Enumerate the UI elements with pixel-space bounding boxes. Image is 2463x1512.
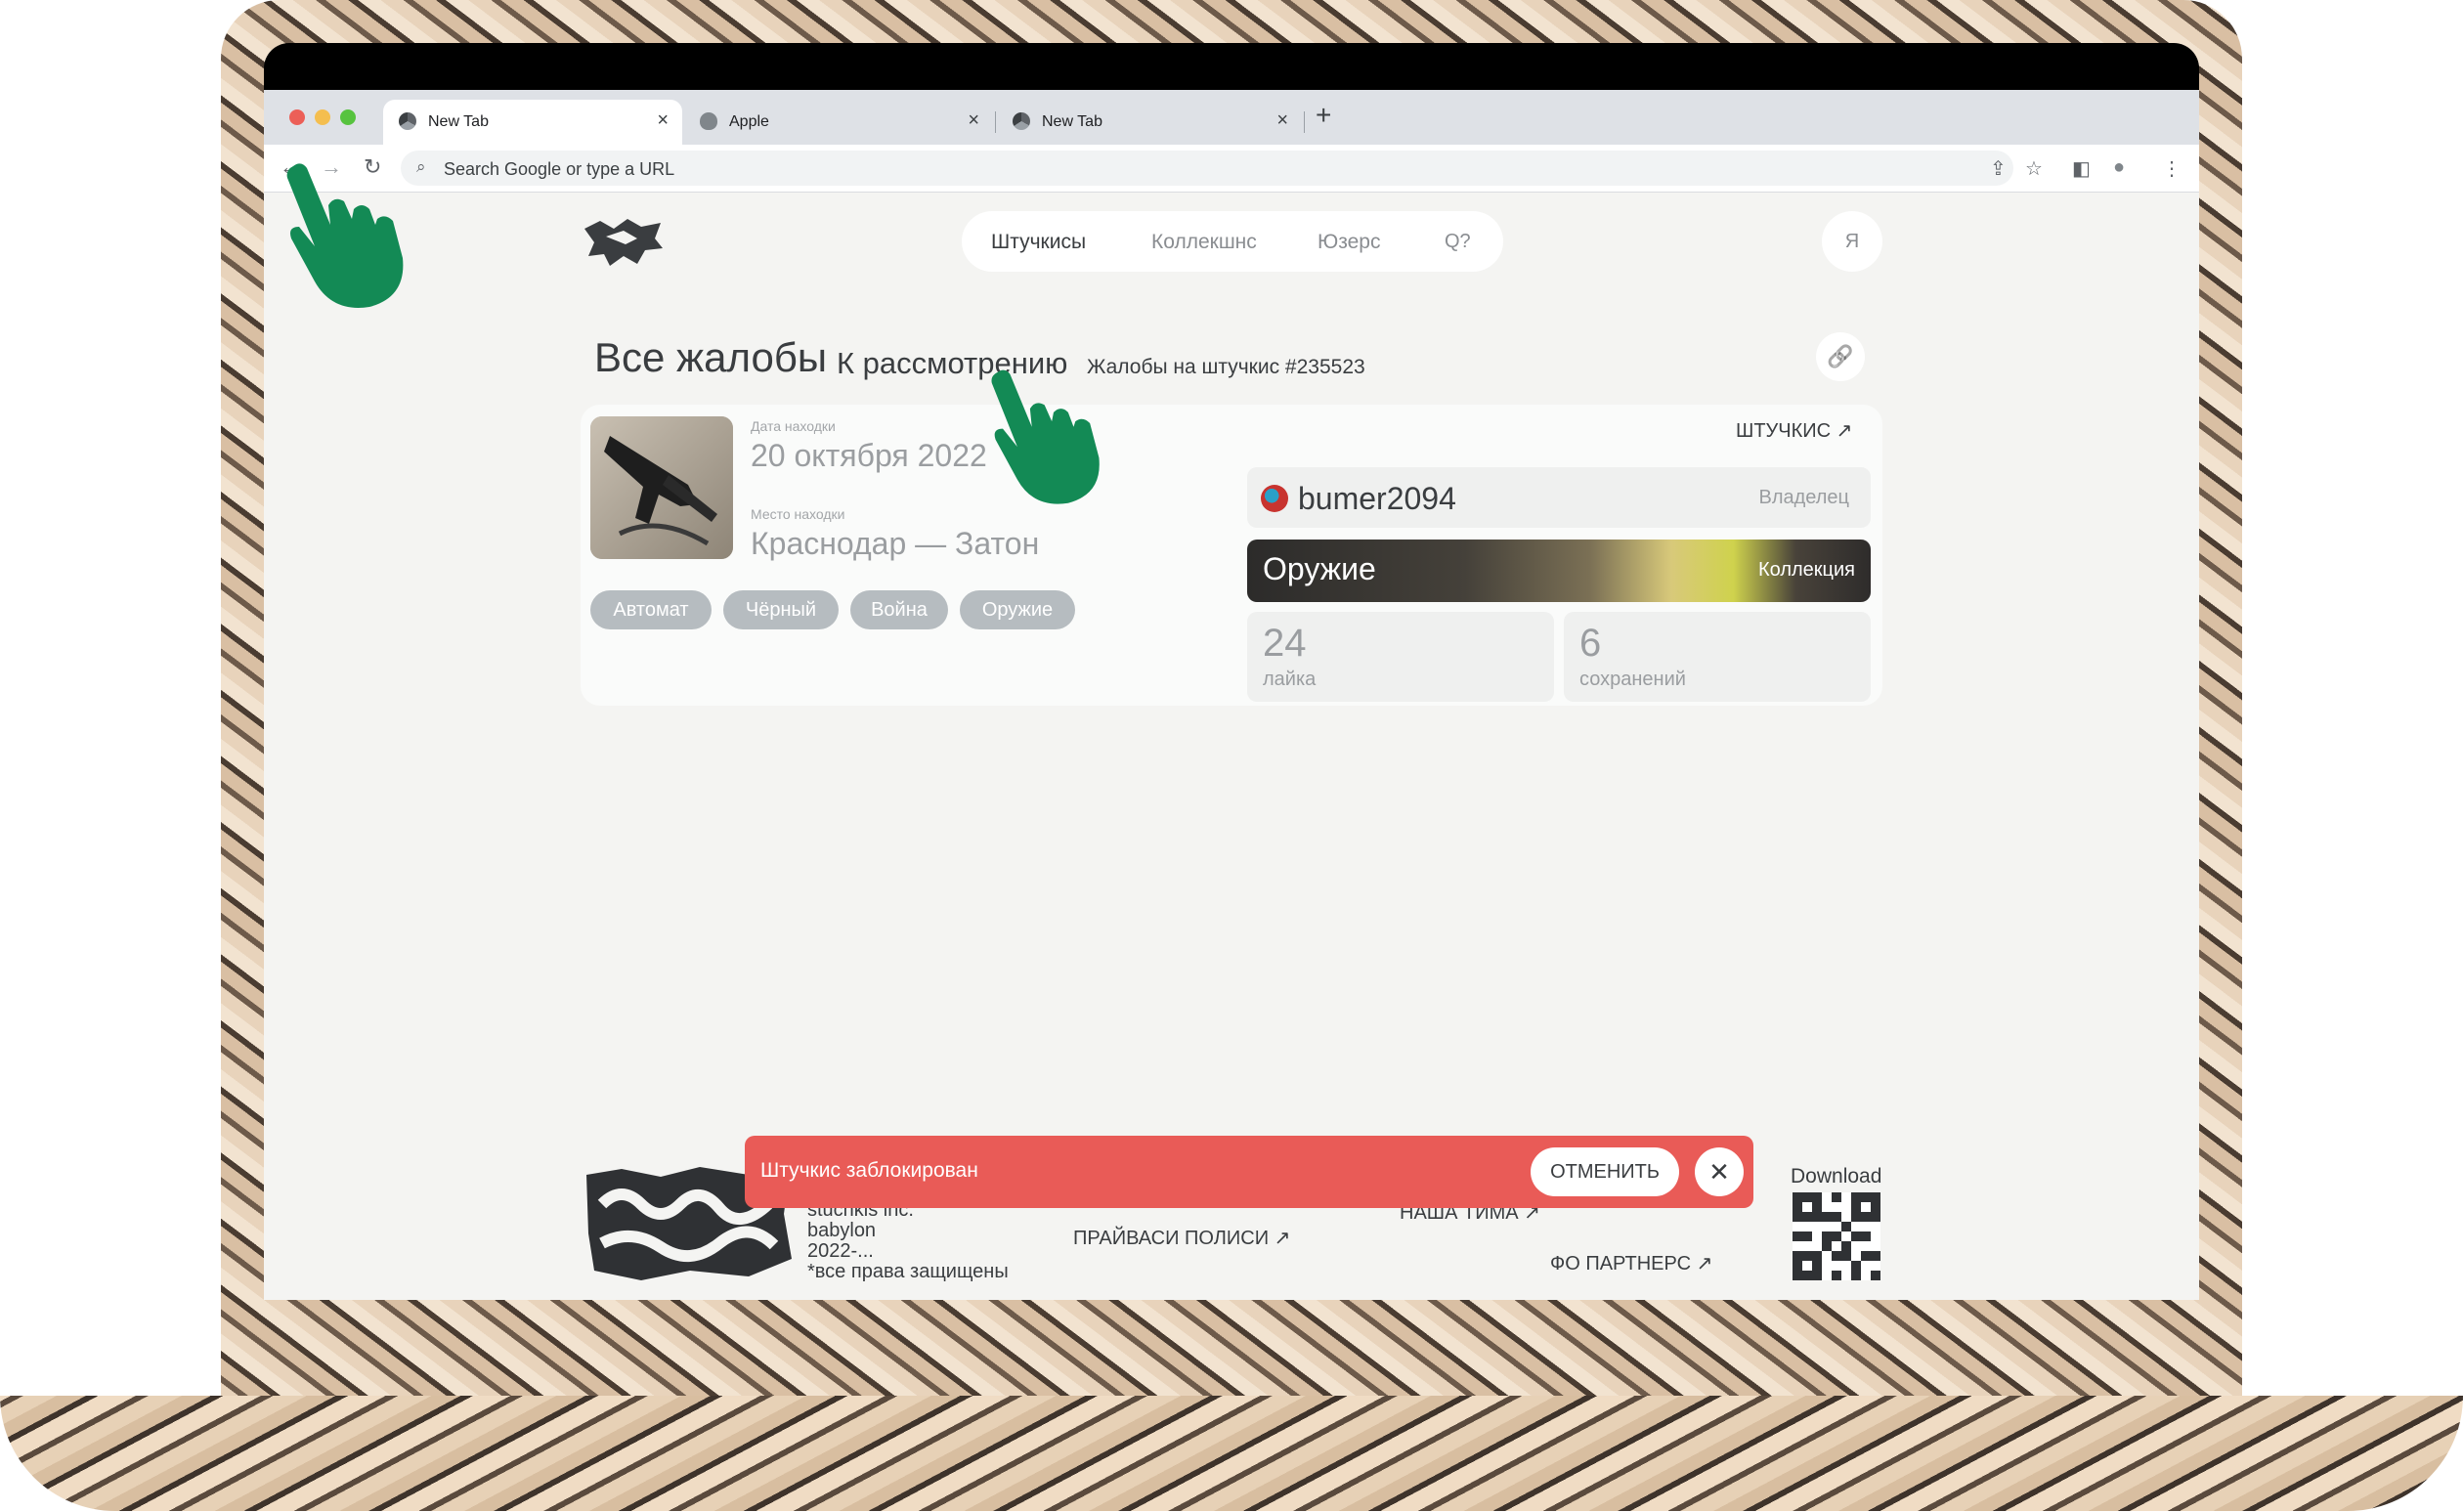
partners-link[interactable]: ФО ПАРТНЕРС ↗ (1550, 1251, 1712, 1275)
bookmark-star-icon[interactable]: ☆ (2025, 156, 2043, 181)
close-tab-icon[interactable]: × (657, 109, 669, 132)
notification-toast: Штучкис заблокирован ОТМЕНИТЬ ✕ (745, 1136, 1753, 1208)
maximize-window-button[interactable] (340, 109, 356, 125)
nav-item-collections[interactable]: Коллекшнс (1151, 231, 1257, 254)
tag-chip[interactable]: Война (850, 590, 948, 629)
place-value: Краснодар — Затон (751, 526, 1040, 561)
owner-role: Владелец (1758, 487, 1849, 508)
browser-menu-icon[interactable]: ⋮ (2162, 156, 2182, 181)
close-window-button[interactable] (289, 109, 305, 125)
qr-code-icon[interactable] (1793, 1192, 1880, 1280)
footer-rights-line: *все права защищены (807, 1261, 1009, 1282)
profile-button[interactable]: Я (1822, 211, 1882, 272)
link-icon: 🔗 (1827, 344, 1854, 368)
footer-company-line: 2022-... (807, 1240, 874, 1262)
chrome-icon (399, 112, 416, 130)
laptop-base (0, 1396, 2463, 1511)
pointing-hand-icon (286, 163, 404, 308)
search-icon: ⌕ (416, 157, 426, 176)
main-nav: Штучкисы Коллекшнс Юзерс Q? (962, 211, 1503, 272)
address-bar[interactable]: ⌕ (401, 151, 2013, 186)
footer-company-line: babylon (807, 1220, 877, 1241)
privacy-policy-link[interactable]: ПРАЙВАСИ ПОЛИСИ ↗ (1073, 1226, 1290, 1250)
date-label: Дата находки (751, 418, 836, 434)
chrome-icon (1013, 112, 1030, 130)
apple-icon (700, 112, 717, 130)
avatar (1261, 485, 1288, 512)
tab-label: New Tab (1042, 113, 1102, 130)
owner-name: bumer2094 (1298, 481, 1456, 516)
tag-chip[interactable]: Чёрный (723, 590, 839, 629)
tab-new-tab-2[interactable]: New Tab × (997, 100, 1302, 145)
pointing-hand-icon (991, 369, 1100, 504)
date-value: 20 октября 2022 (751, 438, 987, 473)
new-tab-button[interactable]: + (1316, 100, 1331, 131)
search-icon[interactable]: Q? (1445, 231, 1471, 253)
collection-row[interactable]: Оружие Коллекция (1247, 540, 1871, 602)
nav-item-stuchkisy[interactable]: Штучкисы (991, 231, 1086, 254)
tag-chip[interactable]: Автомат (590, 590, 712, 629)
url-input[interactable] (442, 155, 1912, 183)
page-title: Все жалобы (594, 334, 828, 380)
tab-label: New Tab (428, 113, 489, 130)
item-link[interactable]: ШТУЧКИС ↗ (1736, 418, 1852, 443)
close-toast-icon[interactable]: ✕ (1695, 1147, 1744, 1196)
tab-label: Apple (729, 113, 769, 130)
share-icon[interactable]: ⇪ (1990, 156, 2007, 181)
browser-toolbar: ← → ↻ ⌕ ⇪ ☆ ◧ ● ⋮ (264, 145, 2199, 193)
owner-row[interactable]: bumer2094 Владелец (1247, 467, 1871, 528)
close-tab-icon[interactable]: × (1276, 109, 1288, 132)
site-logo-icon[interactable] (581, 215, 665, 270)
profile-avatar-icon[interactable]: ● (2113, 156, 2125, 179)
item-photo[interactable] (590, 416, 733, 559)
saves-stat: 6 сохранений (1564, 612, 1871, 702)
collection-name: Оружие (1263, 551, 1376, 586)
tab-new-tab-1[interactable]: New Tab × (383, 100, 682, 145)
tag-chip[interactable]: Оружие (960, 590, 1075, 629)
saves-label: сохранений (1579, 669, 1686, 690)
toast-message: Штучкис заблокирован (760, 1159, 978, 1182)
camera-notch (1124, 43, 1339, 86)
close-tab-icon[interactable]: × (968, 109, 979, 132)
copy-link-button[interactable]: 🔗 (1816, 332, 1865, 381)
minimize-window-button[interactable] (315, 109, 330, 125)
undo-button[interactable]: ОТМЕНИТЬ (1531, 1147, 1679, 1196)
nav-item-users[interactable]: Юзерс (1318, 231, 1380, 254)
likes-count: 24 (1263, 622, 1307, 665)
download-label: Download (1791, 1165, 1882, 1188)
collection-role: Коллекция (1757, 559, 1855, 581)
likes-label: лайка (1263, 669, 1317, 690)
place-label: Место находки (751, 506, 845, 522)
side-panel-icon[interactable]: ◧ (2072, 156, 2091, 181)
tab-bar: New Tab × Apple × New Tab × + (264, 90, 2199, 145)
tab-apple[interactable]: Apple × (684, 100, 993, 145)
likes-stat: 24 лайка (1247, 612, 1554, 702)
saves-count: 6 (1579, 622, 1602, 665)
breadcrumb: Жалобы на штучкис #235523 (1087, 356, 1365, 378)
browser-window: New Tab × Apple × New Tab × + ← → ↻ ⌕ ⇪ … (264, 90, 2199, 1300)
